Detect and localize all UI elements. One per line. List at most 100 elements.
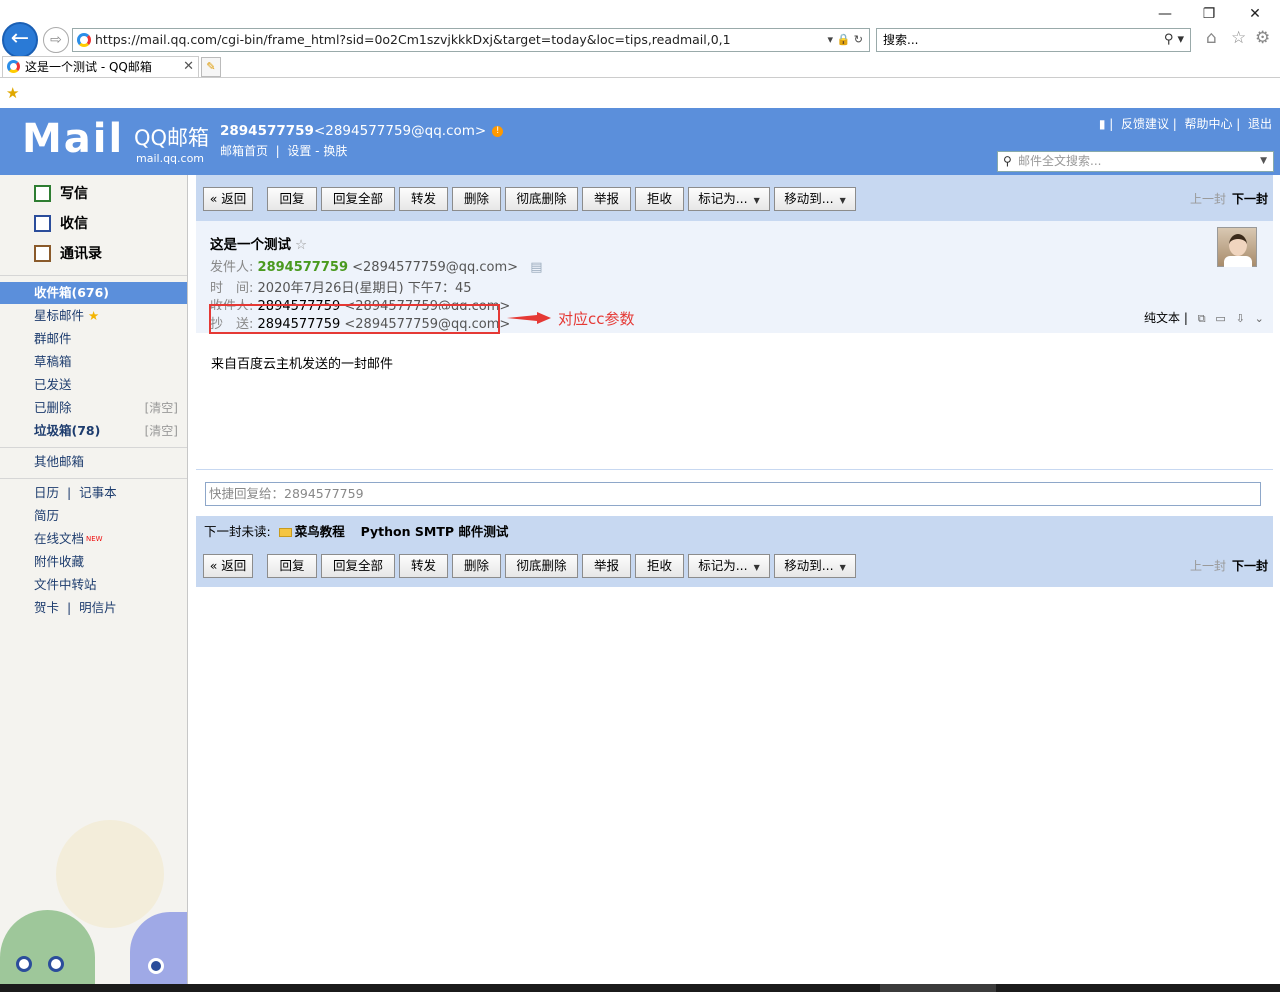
chevron-down-icon[interactable]: ⌄ xyxy=(1255,312,1264,325)
clear-junk-link[interactable]: [清空] xyxy=(145,420,178,442)
search-icon[interactable]: ⚲ ▾ xyxy=(1164,29,1184,51)
restore-button[interactable]: ❐ xyxy=(1196,4,1222,24)
logout-link[interactable]: 退出 xyxy=(1248,117,1272,131)
postcard-link[interactable]: 明信片 xyxy=(79,600,117,615)
prev-mail-link[interactable]: 上一封 xyxy=(1190,559,1226,573)
browser-search-box[interactable]: 搜索... ⚲ ▾ xyxy=(876,28,1191,52)
nav-separator: - xyxy=(315,144,320,158)
sidebar-item-drafts[interactable]: 草稿箱 xyxy=(34,351,184,373)
minimize-button[interactable]: — xyxy=(1152,4,1178,24)
mark-as-dropdown[interactable]: 标记为... ▼ xyxy=(688,554,770,578)
chevron-down-icon: ▼ xyxy=(753,563,760,572)
close-tab-icon[interactable]: ✕ xyxy=(183,57,194,77)
favorites-star-icon[interactable]: ☆ xyxy=(1231,28,1246,48)
reply-button[interactable]: 回复 xyxy=(267,187,317,211)
fulltext-search-input[interactable]: ⚲ 邮件全文搜索... ▼ xyxy=(997,151,1274,172)
mail-body: 来自百度云主机发送的一封邮件 xyxy=(211,357,394,372)
warning-icon[interactable]: ! xyxy=(492,125,504,137)
back-to-list-button[interactable]: « 返回 xyxy=(203,187,253,211)
compose-icon xyxy=(34,185,51,202)
tab-divider xyxy=(0,77,1280,78)
compose-button[interactable]: 写信 xyxy=(34,183,88,205)
folder-label: 其他邮箱 xyxy=(34,454,85,469)
print-icon[interactable]: ▭ xyxy=(1215,312,1225,325)
skin-link[interactable]: 换肤 xyxy=(323,144,347,158)
cards-link[interactable]: 贺卡 xyxy=(34,600,59,615)
receive-button[interactable]: 收信 xyxy=(34,213,88,235)
delete-button[interactable]: 删除 xyxy=(452,554,501,578)
sidebar-decoration-sun xyxy=(56,820,164,928)
close-window-button[interactable]: ✕ xyxy=(1242,4,1268,24)
settings-link[interactable]: 设置 xyxy=(287,144,311,158)
add-favorites-icon[interactable]: ★ xyxy=(6,84,19,102)
account-id: 2894577759 xyxy=(220,123,314,139)
sidebar-divider xyxy=(0,478,187,479)
home-icon[interactable]: ⌂ xyxy=(1206,28,1217,48)
move-to-dropdown[interactable]: 移动到... ▼ xyxy=(774,187,856,211)
prev-mail-link[interactable]: 上一封 xyxy=(1190,192,1226,206)
forward-mail-button[interactable]: 转发 xyxy=(399,554,448,578)
sidebar-item-starred[interactable]: 星标邮件 ★ xyxy=(34,305,184,327)
back-button[interactable]: ← xyxy=(2,22,38,58)
browser-tab[interactable]: 这是一个测试 - QQ邮箱 ✕ xyxy=(2,56,199,78)
next-unread-subject[interactable]: Python SMTP 邮件测试 xyxy=(361,524,509,539)
quick-reply-input[interactable]: 快捷回复给：2894577759 xyxy=(205,482,1261,506)
sidebar-item-resume[interactable]: 简历 xyxy=(34,505,184,527)
sidebar-item-group-mail[interactable]: 群邮件 xyxy=(34,328,184,350)
sidebar-item-online-docs[interactable]: 在线文档 NEW xyxy=(34,528,184,550)
reject-button[interactable]: 拒收 xyxy=(635,187,684,211)
sender-avatar[interactable] xyxy=(1217,227,1257,267)
qq-mail-logo[interactable]: Mail QQ邮箱 mail.qq.com xyxy=(22,116,212,166)
chevron-down-icon[interactable]: ▼ xyxy=(1260,152,1267,171)
address-bar[interactable]: https://mail.qq.com/cgi-bin/frame_html?s… xyxy=(72,28,870,52)
next-mail-link[interactable]: 下一封 xyxy=(1232,559,1268,573)
sidebar-item-deleted[interactable]: 已删除 [清空] xyxy=(34,397,184,419)
logo-mail-text: Mail xyxy=(22,116,125,162)
report-button[interactable]: 举报 xyxy=(582,187,631,211)
new-window-icon[interactable]: ⧉ xyxy=(1198,312,1206,325)
prev-next-nav: 上一封 下一封 xyxy=(1190,557,1268,574)
sidebar-item-sent[interactable]: 已发送 xyxy=(34,374,184,396)
forward-button[interactable]: ⇨ xyxy=(43,27,69,53)
sidebar-item-file-transfer[interactable]: 文件中转站 xyxy=(34,574,184,596)
mark-as-dropdown[interactable]: 标记为... ▼ xyxy=(688,187,770,211)
feedback-link[interactable]: 反馈建议 xyxy=(1121,117,1169,131)
back-arrow-icon: ← xyxy=(10,26,30,51)
plain-text-link[interactable]: 纯文本 xyxy=(1144,311,1180,325)
next-mail-link[interactable]: 下一封 xyxy=(1232,192,1268,206)
calendar-link[interactable]: 日历 xyxy=(34,485,59,500)
mail-home-link[interactable]: 邮箱首页 xyxy=(220,144,268,158)
contacts-button[interactable]: 通讯录 xyxy=(34,243,102,265)
report-button[interactable]: 举报 xyxy=(582,554,631,578)
delete-button[interactable]: 删除 xyxy=(452,187,501,211)
gear-icon[interactable]: ⚙ xyxy=(1255,28,1270,48)
reply-all-button[interactable]: 回复全部 xyxy=(321,187,395,211)
contact-card-icon[interactable]: ▤ xyxy=(530,260,542,275)
address-tools[interactable]: ▾ 🔒 ↻ xyxy=(828,29,863,51)
sidebar-item-junk[interactable]: 垃圾箱(78) [清空] xyxy=(34,420,184,442)
reply-all-button[interactable]: 回复全部 xyxy=(321,554,395,578)
download-icon[interactable]: ⇩ xyxy=(1236,312,1245,325)
sidebar-item-other-mailbox[interactable]: 其他邮箱 xyxy=(34,451,184,473)
sidebar-item-attachments[interactable]: 附件收藏 xyxy=(34,551,184,573)
star-toggle-icon[interactable]: ☆ xyxy=(295,237,307,253)
move-to-dropdown[interactable]: 移动到... ▼ xyxy=(774,554,856,578)
new-tab-button[interactable]: ✎ xyxy=(201,57,221,77)
mobile-icon[interactable]: ▮ xyxy=(1099,117,1106,131)
from-name[interactable]: 2894577759 xyxy=(258,260,348,275)
reject-button[interactable]: 拒收 xyxy=(635,554,684,578)
tab-title: 这是一个测试 - QQ邮箱 xyxy=(25,60,152,74)
sidebar-item-calendar-notes: 日历 | 记事本 xyxy=(34,485,117,500)
folder-label: 垃圾箱(78) xyxy=(34,423,101,438)
delete-permanent-button[interactable]: 彻底删除 xyxy=(505,187,578,211)
help-link[interactable]: 帮助中心 xyxy=(1184,117,1232,131)
notes-link[interactable]: 记事本 xyxy=(79,485,117,500)
reply-button[interactable]: 回复 xyxy=(267,554,317,578)
next-unread-sender[interactable]: 菜鸟教程 xyxy=(295,524,345,539)
back-to-list-button[interactable]: « 返回 xyxy=(203,554,253,578)
forward-mail-button[interactable]: 转发 xyxy=(399,187,448,211)
folder-label: 星标邮件 xyxy=(34,308,85,323)
sidebar-item-inbox[interactable]: 收件箱(676) xyxy=(0,282,187,304)
clear-deleted-link[interactable]: [清空] xyxy=(145,397,178,419)
delete-permanent-button[interactable]: 彻底删除 xyxy=(505,554,578,578)
